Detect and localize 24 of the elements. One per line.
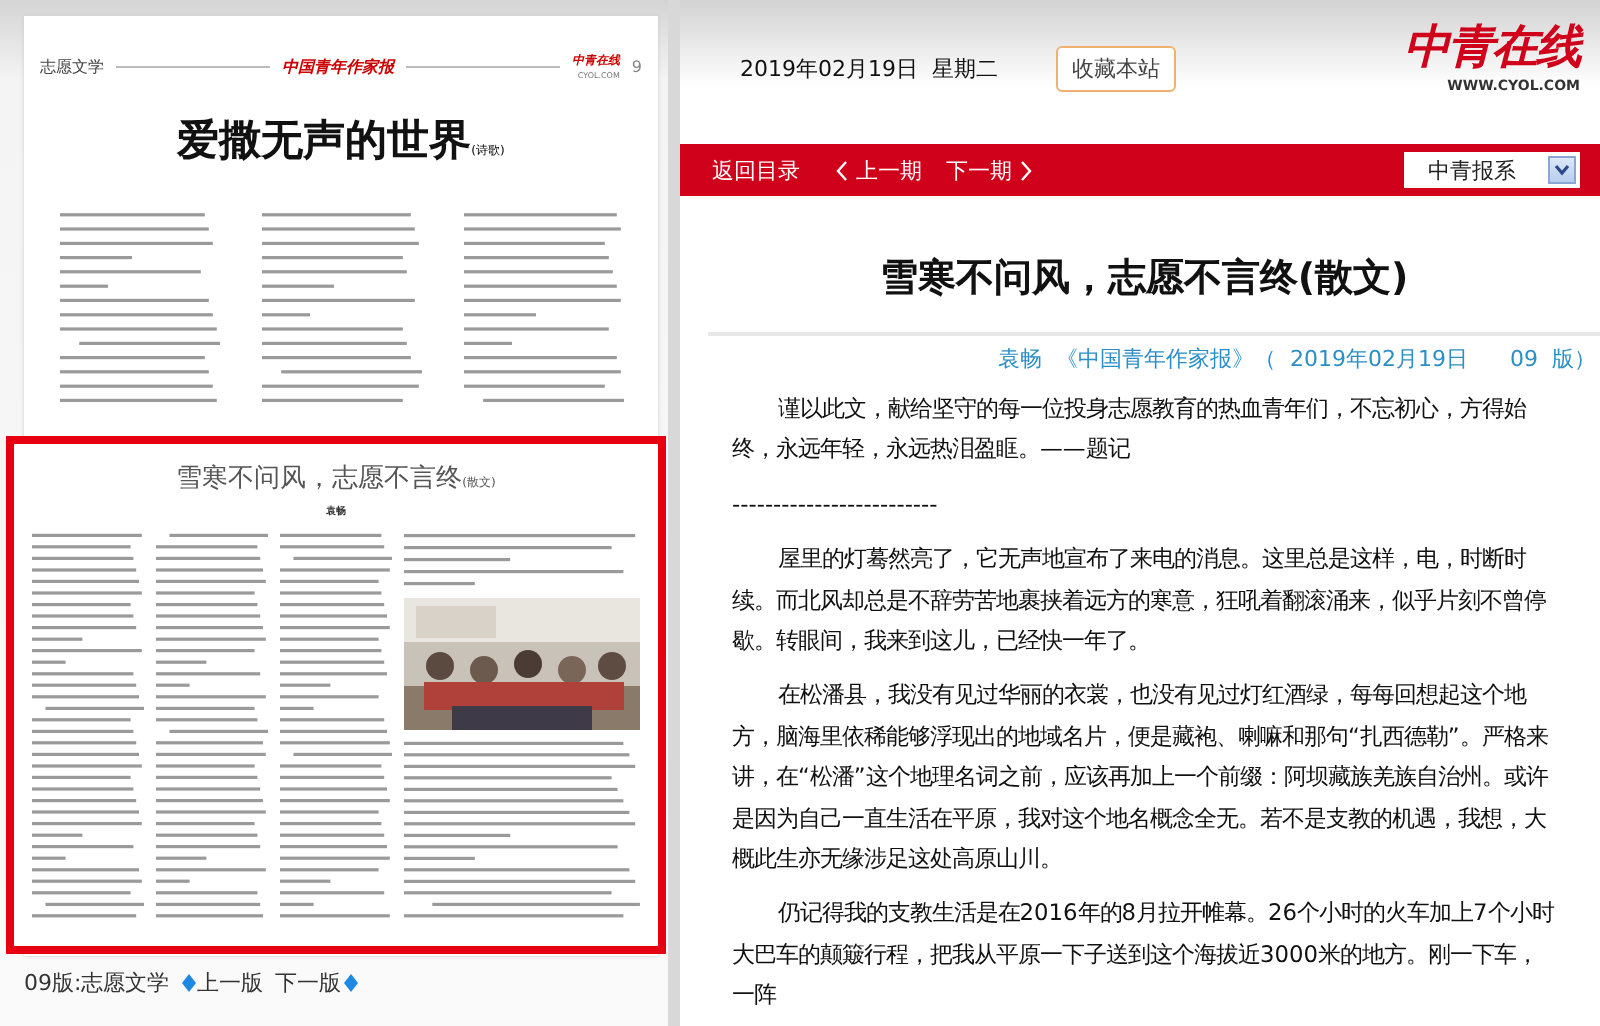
article-title: 雪寒不问风，志愿不言终(散文) [877,254,1411,304]
diamond-arrow-icon [343,974,358,992]
article-paragraph: 仍记得我的支教生活是在2016年的8月拉开帷幕。26个小时的火车加上7个小时大巴车的颠簸行程，把我从平原一下子送到这个海拔近3000米的地方。刚一下车，一阵 [732,896,1556,1013]
article-paragraph: 在松潘县，我没有见过华丽的衣裳，也没有见过灯红酒绿，每每回想起这个地方，脑海里依稀能够浮现出的地域名片，便是藏袍、喇嘛和那句“扎西德勒”。严格来讲，在“松潘”这个地理名词之前，应该再加上一个前缀：阿坝藏族羌族自治州。或许是因为自己一直生活在平原，我对这个地名概念全无。若不是支教的机遇，我想，大概此生亦无缘涉足这处高原山川。 [732,678,1550,877]
chevron-right-icon [1020,159,1032,181]
previous-page-link[interactable]: 上一版 [181,968,264,998]
dashed-separator: ------------------------- [732,487,940,522]
bookmark-button[interactable]: 收藏本站 [1055,46,1176,92]
dropdown[interactable]: 中青报系 [1404,152,1580,188]
next-issue-link[interactable]: 下一期 [946,155,1032,185]
article-paragraph: 屋里的灯蓦然亮了，它无声地宣布了来电的消息。这里总是这样，电，时断时续。而北风却总是不辞劳苦地裹挟着远方的寒意，狂吼着翻滚涌来，似乎片刻不曾停歇。转眼间，我来到这儿，已经快一年了。 [732,542,1548,659]
chevron-left-icon [836,159,848,181]
date-text: 2019年02月19日 星期二 [740,54,998,84]
section-label: 志愿文学 [40,55,104,77]
article-paragraph: 谨以此文，献给坚守的每一位投身志愿教育的热血青年们，不忘初心，方得始终，永远年轻，永远热泪盈眶。——题记 [732,392,1528,467]
diamond-arrow-icon [181,974,196,992]
back-link[interactable]: 返回目录 [712,155,800,185]
site-logo: 中青在线 [1404,24,1580,70]
previous-issue-link[interactable]: 上一期 [836,155,922,185]
page-number: 9 [631,57,642,75]
page-label: 09版:志愿文学 [24,968,170,998]
article-byline: 袁畅 《中国青年作家报》（ 2019年02月19日 09 版） [996,344,1596,374]
masthead-logo: 中国青年作家报 [281,55,394,77]
next-page-link[interactable]: 下一版 [275,968,358,998]
